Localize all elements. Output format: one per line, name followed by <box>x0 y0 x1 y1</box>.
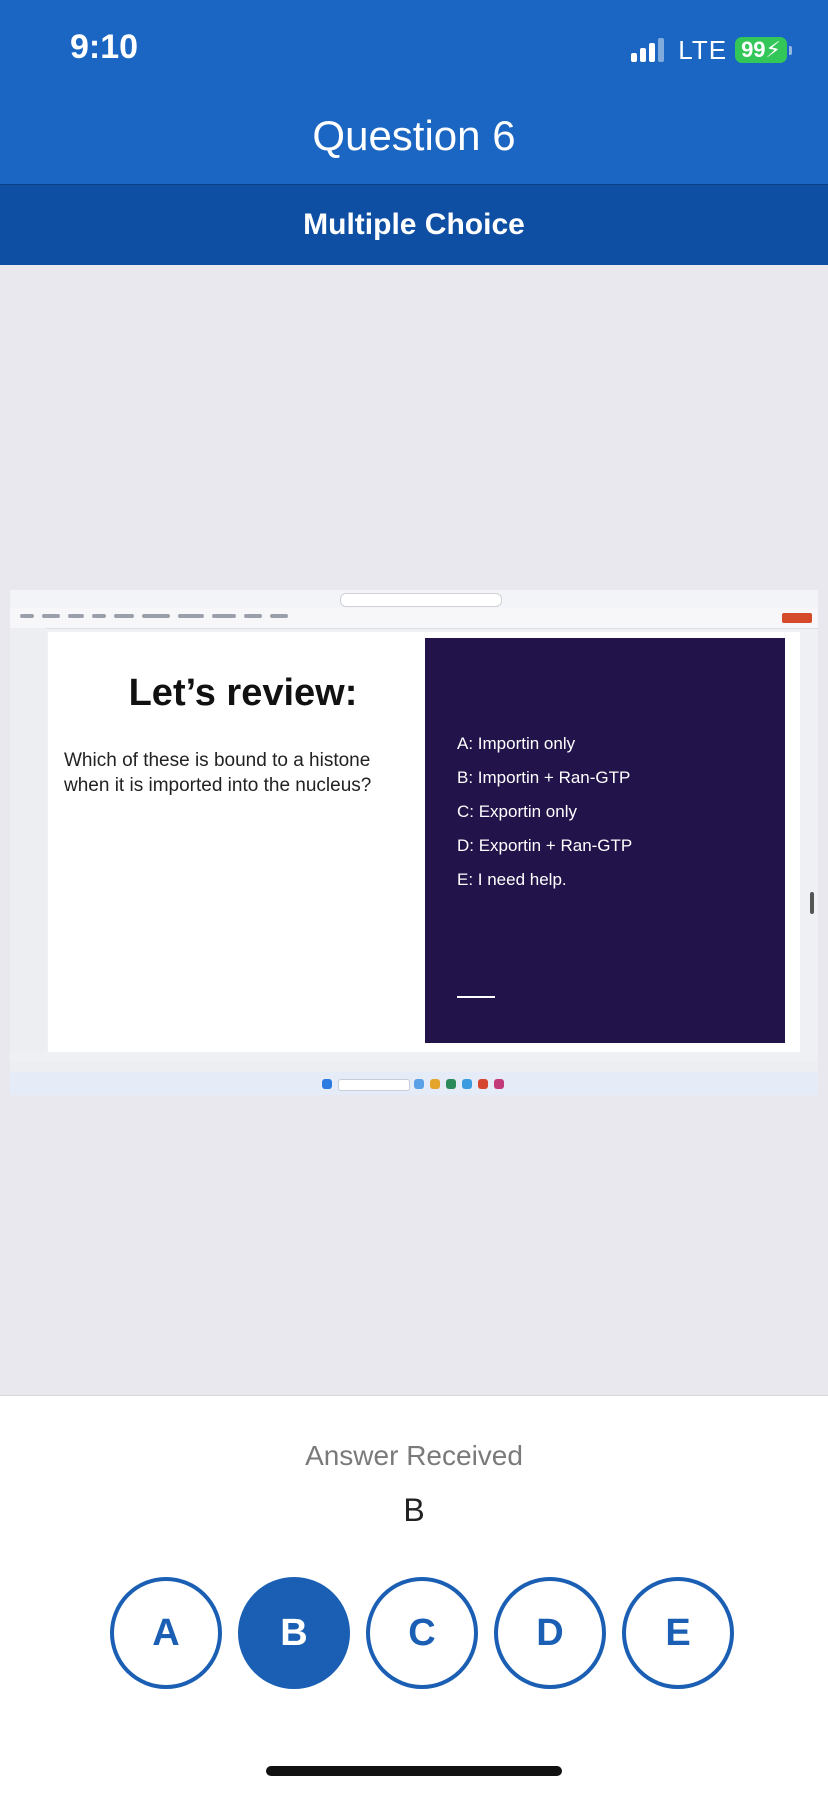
network-label: LTE <box>678 34 728 65</box>
decorative-line <box>457 996 495 998</box>
option-e: E: I need help. <box>457 870 567 889</box>
slide-question: Which of these is bound to a histone whe… <box>64 750 372 796</box>
question-type: Multiple Choice <box>0 184 828 265</box>
option-b: B: Importin + Ran-GTP <box>457 768 631 787</box>
signal-icon <box>631 38 665 62</box>
choice-e-button[interactable]: E <box>622 1577 734 1689</box>
option-c: C: Exportin only <box>457 802 577 821</box>
choice-d-button[interactable]: D <box>494 1577 606 1689</box>
battery-level: 99 <box>741 37 766 62</box>
slide-title: Let’s review: <box>128 672 358 714</box>
start-icon <box>322 1079 332 1089</box>
share-button <box>782 613 812 623</box>
options-panel: A: Importin only B: Importin + Ran-GTP C… <box>425 638 785 1043</box>
app-statusbar <box>10 1062 818 1072</box>
status-time: 9:10 <box>70 28 139 66</box>
choice-c-button[interactable]: C <box>366 1577 478 1689</box>
presentation-slide: Let’s review: Which of these is bound to… <box>48 632 800 1052</box>
answer-value: B <box>403 1492 425 1528</box>
scrollbar-thumb <box>810 892 814 914</box>
folder-icon <box>430 1079 440 1089</box>
choice-buttons: A B C D E <box>110 1577 734 1689</box>
slide-screenshot: Let’s review: Which of these is bound to… <box>10 590 818 1095</box>
taskbar-app-icon <box>494 1079 504 1089</box>
choice-b-button[interactable]: B <box>238 1577 350 1689</box>
question-title: Question 6 <box>312 112 516 159</box>
ribbon-menu <box>10 608 818 629</box>
home-indicator[interactable] <box>266 1766 562 1776</box>
app-header: 9:10 LTE 99⚡ Question 6 <box>0 0 828 184</box>
taskbar-search-icon <box>338 1079 410 1091</box>
powerpoint-icon <box>478 1079 488 1089</box>
option-d: D: Exportin + Ran-GTP <box>457 836 633 855</box>
thumbnails-pane <box>10 628 46 1053</box>
battery-icon: 99⚡ <box>735 37 792 63</box>
window-titlebar <box>10 590 818 608</box>
status-indicators: LTE 99⚡ <box>631 34 792 65</box>
search-box <box>340 593 502 607</box>
answer-label: Answer Received <box>305 1440 523 1471</box>
edge-icon <box>462 1079 472 1089</box>
taskbar-app-icon <box>446 1079 456 1089</box>
answer-panel: Answer Received B A B C D E <box>0 1395 828 1793</box>
taskbar-app-icon <box>414 1079 424 1089</box>
windows-taskbar <box>10 1072 818 1095</box>
option-a: A: Importin only <box>457 734 576 753</box>
choice-a-button[interactable]: A <box>110 1577 222 1689</box>
